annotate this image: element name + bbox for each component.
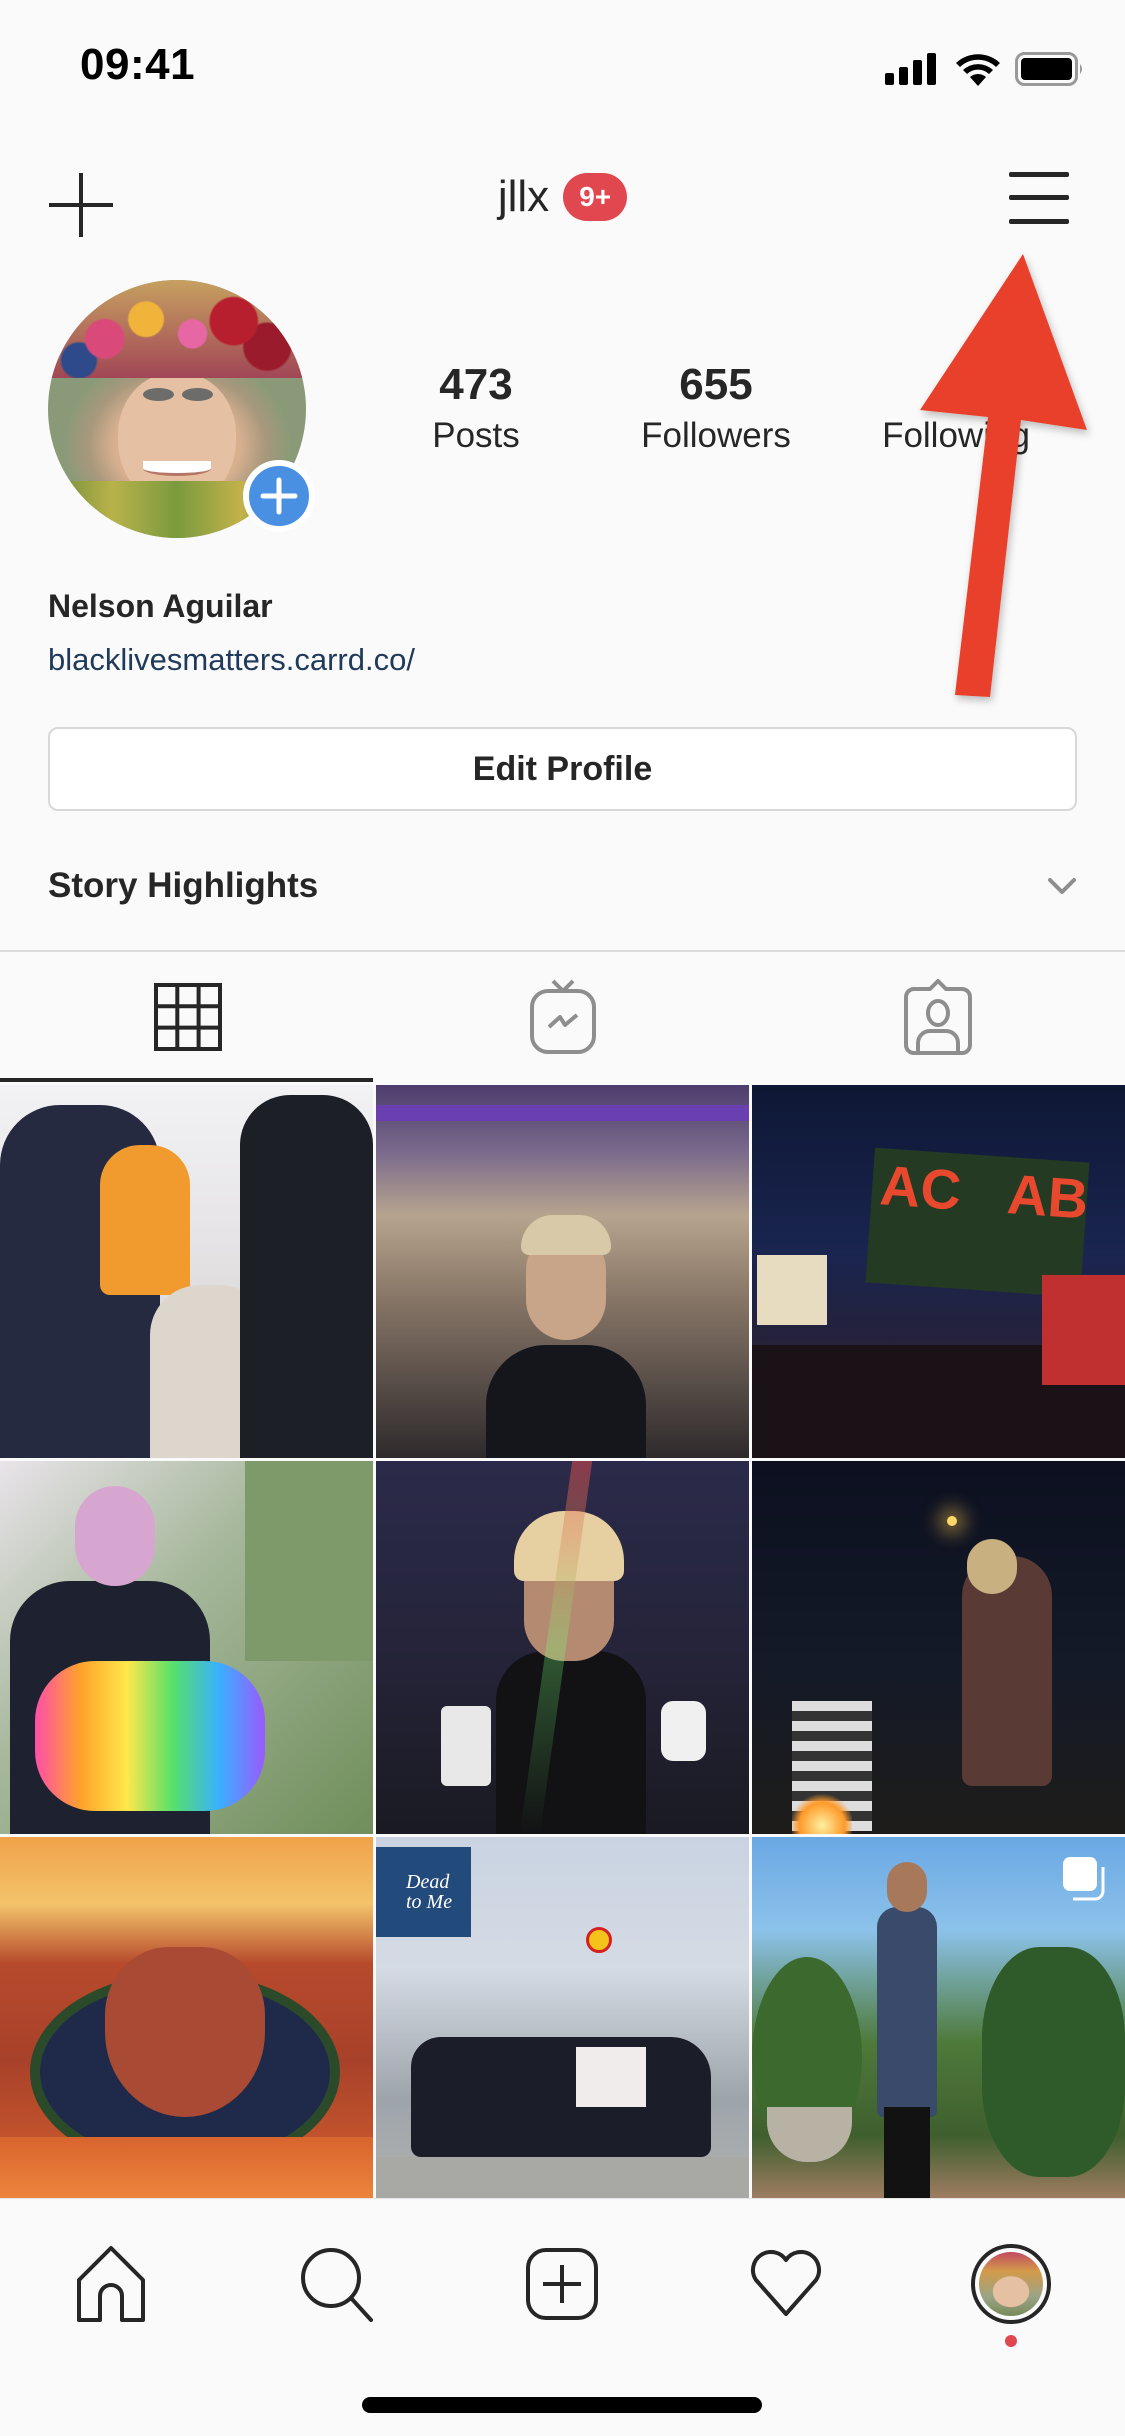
posts-label: Posts — [432, 416, 520, 455]
stat-following[interactable]: 5 Following — [846, 360, 1066, 456]
hamburger-menu-icon — [1009, 172, 1069, 224]
photo-figure — [887, 1862, 927, 1912]
window — [245, 1461, 373, 1661]
notification-badge: 9+ — [563, 173, 628, 221]
stat-posts[interactable]: 473 Posts — [366, 360, 586, 456]
billboard-text: Dead to Me — [406, 1871, 453, 1913]
cup — [441, 1706, 491, 1786]
police-suv — [411, 2037, 711, 2157]
rainbow-bag — [35, 1661, 265, 1811]
followers-count: 655 — [679, 360, 753, 409]
status-icons — [885, 52, 1085, 86]
menu-button[interactable] — [1007, 168, 1071, 228]
display-name: Nelson Aguilar — [48, 588, 273, 624]
home-indicator[interactable] — [362, 2397, 762, 2413]
tab-profile[interactable] — [966, 2239, 1056, 2347]
bio-link[interactable]: blacklivesmatters.carrd.co/ — [48, 642, 415, 678]
photo-figure — [967, 1539, 1017, 1594]
cellular-signal-icon — [885, 53, 936, 85]
wifi-icon — [956, 54, 1000, 86]
multiple-photos-icon — [1063, 1857, 1105, 1901]
bandaged-hand — [661, 1701, 706, 1761]
post-thumbnail[interactable]: AC AB — [752, 1085, 1125, 1458]
tab-new-post[interactable] — [517, 2239, 607, 2329]
account-switcher[interactable]: jllx 9+ — [0, 172, 1125, 222]
grid-icon — [153, 983, 222, 1051]
top-nav: jllx 9+ — [0, 150, 1125, 250]
protest-sign-text: AC AB — [878, 1153, 1091, 1231]
photo-detail — [376, 1105, 749, 1121]
tagged-person-icon — [903, 979, 972, 1055]
tab-igtv[interactable] — [375, 952, 750, 1082]
username: jllx — [497, 172, 550, 221]
tab-activity[interactable] — [741, 2239, 831, 2329]
profile-avatar-container[interactable] — [48, 280, 315, 540]
protest-sign — [757, 1255, 827, 1325]
notification-dot — [1005, 2335, 1017, 2347]
building — [1042, 1275, 1125, 1385]
followers-label: Followers — [641, 416, 791, 455]
post-thumbnail[interactable] — [752, 1461, 1125, 1834]
photo-figure — [884, 2107, 930, 2207]
arrow-shape — [920, 254, 1087, 697]
tab-tagged[interactable] — [750, 952, 1125, 1082]
post-thumbnail[interactable]: Dead to Me — [376, 1837, 749, 2210]
profile-tabs — [0, 952, 1125, 1082]
graffiti — [576, 2047, 646, 2107]
status-time: 09:41 — [80, 40, 196, 89]
battery-icon — [1015, 52, 1082, 86]
post-thumbnail[interactable] — [0, 1837, 373, 2210]
photo-figure — [240, 1095, 373, 1458]
street-light — [947, 1516, 957, 1526]
photo-figure — [486, 1345, 646, 1458]
stat-followers[interactable]: 655 Followers — [606, 360, 826, 456]
avatar-flower-crown — [48, 280, 306, 379]
shell-logo — [586, 1927, 612, 1953]
chevron-down-icon — [1048, 878, 1076, 894]
igtv-icon — [529, 979, 596, 1054]
following-count: 5 — [943, 360, 969, 409]
photo-figure — [877, 1907, 937, 2117]
tab-search[interactable] — [292, 2239, 382, 2329]
fire — [792, 1791, 852, 1834]
photo-figure — [496, 1651, 646, 1834]
post-thumbnail[interactable] — [376, 1461, 749, 1834]
heart-icon — [750, 2250, 822, 2316]
tab-home[interactable] — [66, 2239, 156, 2329]
photo-figure — [100, 1145, 190, 1295]
posts-count: 473 — [439, 360, 513, 409]
post-thumbnail[interactable] — [752, 1837, 1125, 2210]
story-highlights-toggle[interactable]: Story Highlights — [48, 856, 1077, 916]
add-story-button[interactable] — [243, 460, 315, 532]
tab-grid[interactable] — [0, 952, 375, 1082]
status-bar: 09:41 — [0, 0, 1125, 132]
add-post-icon — [526, 2248, 598, 2320]
photo-figure — [521, 1215, 611, 1255]
avatar-smile — [143, 460, 211, 477]
post-thumbnail[interactable] — [0, 1085, 373, 1458]
search-icon — [301, 2248, 373, 2322]
rock-formation — [105, 1947, 265, 2117]
following-label: Following — [882, 416, 1030, 455]
posts-grid: AC AB Dead to Me — [0, 1085, 1125, 2210]
story-highlights-title: Story Highlights — [48, 866, 319, 905]
profile-avatar-small — [971, 2244, 1051, 2324]
post-thumbnail[interactable] — [376, 1085, 749, 1458]
photo-figure — [962, 1556, 1052, 1786]
post-thumbnail[interactable] — [0, 1461, 373, 1834]
home-icon — [77, 2246, 145, 2322]
avatar-image — [979, 2252, 1043, 2316]
plants — [982, 1947, 1125, 2177]
planter — [767, 2107, 852, 2162]
photo-figure — [75, 1486, 155, 1586]
edit-profile-button[interactable]: Edit Profile — [48, 727, 1077, 811]
plus-icon — [260, 477, 298, 515]
